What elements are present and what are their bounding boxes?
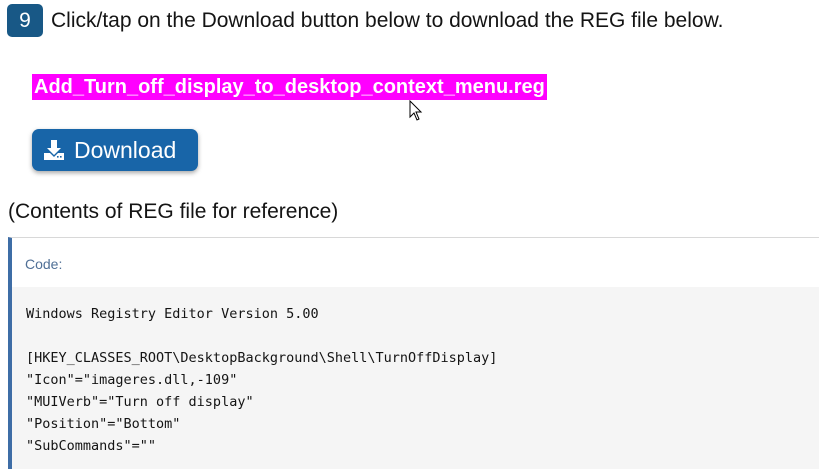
step-row: 9 Click/tap on the Download button below… <box>7 4 723 37</box>
code-line: "Position"="Bottom" <box>26 416 181 432</box>
reference-caption: (Contents of REG file for reference) <box>8 200 339 223</box>
code-block-body[interactable]: Windows Registry Editor Version 5.00 [HK… <box>12 287 819 469</box>
mouse-pointer-icon <box>409 100 423 121</box>
download-button[interactable]: Download <box>32 129 198 171</box>
code-block-header: Code: <box>12 238 819 287</box>
code-line: "Icon"="imageres.dll,-109" <box>26 372 238 388</box>
step-instruction: Click/tap on the Download button below t… <box>51 8 724 32</box>
code-line: "SubCommands"="" <box>26 438 157 454</box>
step-number-badge: 9 <box>7 4 43 37</box>
reg-file-link[interactable]: Add_Turn_off_display_to_desktop_context_… <box>32 74 547 100</box>
download-button-label: Download <box>74 136 177 163</box>
page: 9 Click/tap on the Download button below… <box>0 0 819 469</box>
code-line: "MUIVerb"="Turn off display" <box>26 394 254 410</box>
code-line: [HKEY_CLASSES_ROOT\DesktopBackground\She… <box>26 350 498 366</box>
code-line: Windows Registry Editor Version 5.00 <box>26 306 319 322</box>
download-icon <box>44 140 64 160</box>
code-block: Code: Windows Registry Editor Version 5.… <box>8 237 819 469</box>
